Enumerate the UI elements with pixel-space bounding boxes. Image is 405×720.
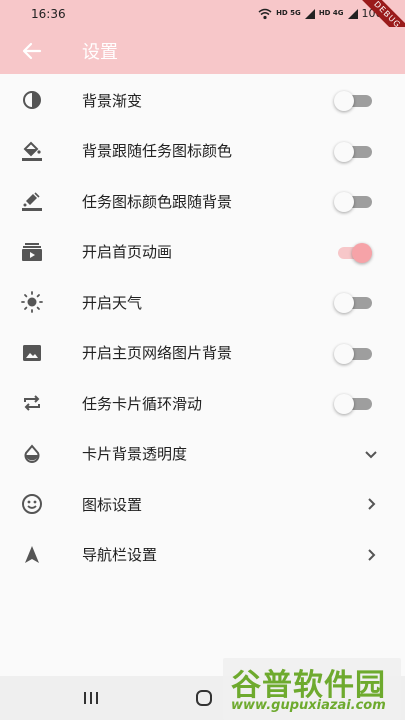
setting-label: 开启首页动画 [82, 243, 173, 262]
setting-label: 开启主页网络图片背景 [82, 344, 233, 363]
home-icon [196, 690, 212, 706]
chevron-down-icon[interactable] [363, 446, 379, 462]
settings-list: 背景渐变 背景跟随任务图标颜色 任务图标颜色跟随背景 开启首页动画 开启天气 开… [0, 75, 405, 580]
icon-color-follow-background-switch[interactable] [334, 191, 372, 213]
watermark: 谷普软件园 www.gupuxiazai.com [223, 658, 401, 720]
network-image-background-switch[interactable] [334, 343, 372, 364]
app-bar: 设置 [0, 27, 405, 74]
status-bar: 16:36 HD 5G HD 4G 100% DEBUG [0, 0, 405, 49]
setting-label: 导航栏设置 [82, 546, 158, 565]
setting-navigation-bar[interactable]: 导航栏设置 [0, 530, 405, 581]
setting-background-gradient[interactable]: 背景渐变 [0, 75, 405, 126]
status-time: 16:36 [31, 6, 66, 21]
signal-icon [304, 8, 315, 19]
setting-card-background-opacity[interactable]: 卡片背景透明度 [0, 429, 405, 480]
opacity-drop-icon [21, 443, 43, 465]
navigation-arrow-icon [21, 544, 43, 566]
network-indicator-2: HD 4G [318, 9, 344, 17]
setting-network-image-background[interactable]: 开启主页网络图片背景 [0, 328, 405, 379]
weather-switch[interactable] [334, 292, 372, 314]
contrast-icon [21, 89, 43, 111]
setting-icon-color-follow-background[interactable]: 任务图标颜色跟随背景 [0, 176, 405, 227]
setting-weather[interactable]: 开启天气 [0, 277, 405, 328]
setting-label: 背景渐变 [82, 91, 143, 110]
chevron-right-icon[interactable] [363, 547, 379, 563]
setting-card-loop-scroll[interactable]: 任务卡片循环滑动 [0, 378, 405, 429]
chevron-right-icon[interactable] [363, 496, 379, 512]
slideshow-icon [21, 241, 43, 263]
setting-label: 开启天气 [82, 293, 143, 312]
setting-label: 任务图标颜色跟随背景 [82, 192, 233, 211]
image-icon [21, 342, 43, 364]
paint-bucket-tilted-icon [21, 190, 43, 212]
repeat-icon [21, 392, 43, 414]
recent-apps-icon [84, 692, 98, 704]
setting-icon-settings[interactable]: 图标设置 [0, 479, 405, 530]
arrow-back-icon [22, 42, 42, 59]
setting-label: 任务卡片循环滑动 [82, 394, 203, 413]
watermark-url: www.gupuxiazai.com [231, 698, 386, 713]
smiley-icon [21, 493, 43, 515]
setting-home-animation[interactable]: 开启首页动画 [0, 227, 405, 278]
background-follow-icon-color-switch[interactable] [334, 141, 372, 162]
back-button[interactable] [0, 27, 64, 74]
network-indicator-1: HD 5G [276, 9, 301, 17]
setting-label: 背景跟随任务图标颜色 [82, 142, 233, 161]
home-button[interactable] [192, 686, 216, 710]
paint-bucket-icon [21, 140, 43, 162]
page-title: 设置 [82, 41, 118, 63]
recent-apps-button[interactable] [79, 686, 103, 710]
setting-label: 卡片背景透明度 [82, 445, 188, 464]
card-loop-scroll-switch[interactable] [334, 393, 372, 415]
home-animation-switch[interactable] [334, 242, 372, 263]
setting-background-follow-icon-color[interactable]: 背景跟随任务图标颜色 [0, 126, 405, 177]
setting-label: 图标设置 [82, 495, 143, 514]
background-gradient-switch[interactable] [334, 90, 372, 112]
signal-icon [347, 8, 358, 19]
sun-icon [21, 291, 43, 313]
wifi-icon [258, 8, 272, 19]
